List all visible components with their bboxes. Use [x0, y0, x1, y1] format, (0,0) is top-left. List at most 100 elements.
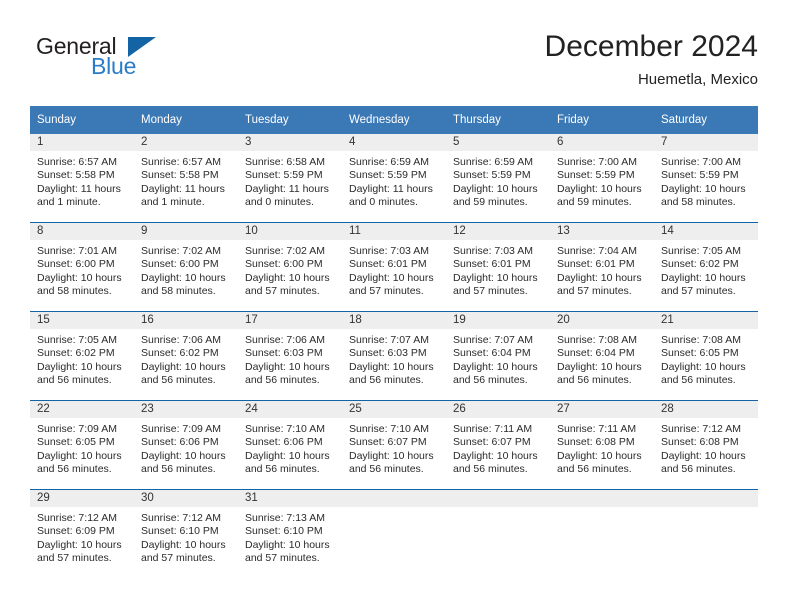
- day-number: 24: [238, 401, 342, 418]
- day-cell[interactable]: 15 Sunrise: 7:05 AM Sunset: 6:02 PM Dayl…: [30, 311, 134, 401]
- day-cell[interactable]: 10 Sunrise: 7:02 AM Sunset: 6:00 PM Dayl…: [238, 222, 342, 312]
- day-details: Sunrise: 7:02 AM Sunset: 6:00 PM Dayligh…: [238, 240, 342, 299]
- logo-text-blue: Blue: [91, 53, 137, 79]
- generalblue-logo[interactable]: General Blue: [36, 33, 226, 85]
- daylight-text-line2: and 56 minutes.: [37, 463, 112, 476]
- day-details: Sunrise: 7:06 AM Sunset: 6:02 PM Dayligh…: [134, 329, 238, 388]
- day-number: 25: [342, 401, 446, 418]
- day-number: 9: [134, 223, 238, 240]
- sunset-text: Sunset: 6:02 PM: [37, 347, 115, 360]
- day-details: Sunrise: 7:07 AM Sunset: 6:03 PM Dayligh…: [342, 329, 446, 388]
- day-cell[interactable]: 19 Sunrise: 7:07 AM Sunset: 6:04 PM Dayl…: [446, 311, 550, 401]
- day-cell[interactable]: 11 Sunrise: 7:03 AM Sunset: 6:01 PM Dayl…: [342, 222, 446, 312]
- sunrise-text: Sunrise: 7:05 AM: [37, 334, 117, 346]
- daylight-text-line2: and 1 minute.: [37, 196, 101, 209]
- day-number: 31: [238, 490, 342, 507]
- day-cell[interactable]: 27 Sunrise: 7:11 AM Sunset: 6:08 PM Dayl…: [550, 400, 654, 490]
- day-cell[interactable]: 7 Sunrise: 7:00 AM Sunset: 5:59 PM Dayli…: [654, 134, 758, 223]
- sunrise-text: Sunrise: 7:07 AM: [453, 334, 533, 346]
- daylight-text-line1: Daylight: 10 hours: [557, 360, 642, 373]
- sunrise-text: Sunrise: 7:06 AM: [245, 334, 325, 346]
- day-cell[interactable]: 6 Sunrise: 7:00 AM Sunset: 5:59 PM Dayli…: [550, 134, 654, 223]
- day-cell[interactable]: 9 Sunrise: 7:02 AM Sunset: 6:00 PM Dayli…: [134, 222, 238, 312]
- day-cell[interactable]: 2 Sunrise: 6:57 AM Sunset: 5:58 PM Dayli…: [134, 134, 238, 223]
- sunrise-text: Sunrise: 7:08 AM: [661, 334, 741, 346]
- day-cell[interactable]: 24 Sunrise: 7:10 AM Sunset: 6:06 PM Dayl…: [238, 400, 342, 490]
- page-header: General Blue December 2024 Huemetla, Mex…: [0, 0, 792, 98]
- day-details: Sunrise: 7:08 AM Sunset: 6:05 PM Dayligh…: [654, 329, 758, 388]
- daylight-text-line2: and 57 minutes.: [245, 552, 320, 565]
- sunrise-text: Sunrise: 7:02 AM: [141, 245, 221, 257]
- day-cell[interactable]: 18 Sunrise: 7:07 AM Sunset: 6:03 PM Dayl…: [342, 311, 446, 401]
- day-cell[interactable]: 26 Sunrise: 7:11 AM Sunset: 6:07 PM Dayl…: [446, 400, 550, 490]
- daylight-text-line1: Daylight: 10 hours: [141, 538, 226, 551]
- day-cell[interactable]: 20 Sunrise: 7:08 AM Sunset: 6:04 PM Dayl…: [550, 311, 654, 401]
- day-cell[interactable]: 1 Sunrise: 6:57 AM Sunset: 5:58 PM Dayli…: [30, 134, 134, 223]
- day-details: Sunrise: 6:57 AM Sunset: 5:58 PM Dayligh…: [30, 151, 134, 210]
- day-details: Sunrise: 7:06 AM Sunset: 6:03 PM Dayligh…: [238, 329, 342, 388]
- day-number: 18: [342, 312, 446, 329]
- day-cell[interactable]: 8 Sunrise: 7:01 AM Sunset: 6:00 PM Dayli…: [30, 222, 134, 312]
- sunrise-text: Sunrise: 7:00 AM: [661, 156, 741, 168]
- day-details: Sunrise: 7:10 AM Sunset: 6:07 PM Dayligh…: [342, 418, 446, 477]
- sunset-text: Sunset: 6:01 PM: [349, 258, 427, 271]
- day-number: 8: [30, 223, 134, 240]
- day-cell[interactable]: 3 Sunrise: 6:58 AM Sunset: 5:59 PM Dayli…: [238, 134, 342, 223]
- sunset-text: Sunset: 6:09 PM: [37, 525, 115, 538]
- sunset-text: Sunset: 6:05 PM: [661, 347, 739, 360]
- day-cell[interactable]: 12 Sunrise: 7:03 AM Sunset: 6:01 PM Dayl…: [446, 222, 550, 312]
- daylight-text-line1: Daylight: 10 hours: [557, 182, 642, 195]
- day-cell[interactable]: 28 Sunrise: 7:12 AM Sunset: 6:08 PM Dayl…: [654, 400, 758, 490]
- sunrise-text: Sunrise: 7:11 AM: [453, 423, 533, 435]
- day-number: 15: [30, 312, 134, 329]
- day-cell[interactable]: 14 Sunrise: 7:05 AM Sunset: 6:02 PM Dayl…: [654, 222, 758, 312]
- day-number: 23: [134, 401, 238, 418]
- day-number: [342, 490, 446, 507]
- day-cell[interactable]: 25 Sunrise: 7:10 AM Sunset: 6:07 PM Dayl…: [342, 400, 446, 490]
- day-cell[interactable]: 4 Sunrise: 6:59 AM Sunset: 5:59 PM Dayli…: [342, 134, 446, 223]
- day-cell[interactable]: 17 Sunrise: 7:06 AM Sunset: 6:03 PM Dayl…: [238, 311, 342, 401]
- day-cell[interactable]: 29 Sunrise: 7:12 AM Sunset: 6:09 PM Dayl…: [30, 489, 134, 578]
- day-number: 22: [30, 401, 134, 418]
- day-cell[interactable]: 23 Sunrise: 7:09 AM Sunset: 6:06 PM Dayl…: [134, 400, 238, 490]
- day-cell[interactable]: 31 Sunrise: 7:13 AM Sunset: 6:10 PM Dayl…: [238, 489, 342, 578]
- sunrise-text: Sunrise: 7:11 AM: [557, 423, 637, 435]
- sunset-text: Sunset: 5:59 PM: [453, 169, 531, 182]
- sunrise-text: Sunrise: 7:02 AM: [245, 245, 325, 257]
- weekday-header-tuesday: Tuesday: [238, 106, 342, 134]
- day-number: 19: [446, 312, 550, 329]
- day-details: Sunrise: 7:03 AM Sunset: 6:01 PM Dayligh…: [446, 240, 550, 299]
- day-cell[interactable]: 30 Sunrise: 7:12 AM Sunset: 6:10 PM Dayl…: [134, 489, 238, 578]
- day-cell[interactable]: 5 Sunrise: 6:59 AM Sunset: 5:59 PM Dayli…: [446, 134, 550, 223]
- daylight-text-line2: and 59 minutes.: [453, 196, 528, 209]
- title-block: December 2024 Huemetla, Mexico: [545, 28, 758, 91]
- day-cell[interactable]: 21 Sunrise: 7:08 AM Sunset: 6:05 PM Dayl…: [654, 311, 758, 401]
- day-cell[interactable]: 13 Sunrise: 7:04 AM Sunset: 6:01 PM Dayl…: [550, 222, 654, 312]
- daylight-text-line1: Daylight: 10 hours: [141, 271, 226, 284]
- day-number: [654, 490, 758, 507]
- day-details: Sunrise: 7:03 AM Sunset: 6:01 PM Dayligh…: [342, 240, 446, 299]
- day-cell[interactable]: 22 Sunrise: 7:09 AM Sunset: 6:05 PM Dayl…: [30, 400, 134, 490]
- daylight-text-line2: and 58 minutes.: [141, 285, 216, 298]
- calendar-table: Sunday Monday Tuesday Wednesday Thursday…: [30, 106, 758, 578]
- sunset-text: Sunset: 6:01 PM: [453, 258, 531, 271]
- daylight-text-line2: and 56 minutes.: [453, 374, 528, 387]
- sunrise-text: Sunrise: 7:01 AM: [37, 245, 117, 257]
- sunrise-text: Sunrise: 7:08 AM: [557, 334, 637, 346]
- daylight-text-line1: Daylight: 10 hours: [245, 449, 330, 462]
- daylight-text-line2: and 57 minutes.: [349, 285, 424, 298]
- daylight-text-line2: and 1 minute.: [141, 196, 205, 209]
- sunset-text: Sunset: 5:58 PM: [37, 169, 115, 182]
- daylight-text-line1: Daylight: 10 hours: [453, 271, 538, 284]
- sunrise-text: Sunrise: 6:57 AM: [141, 156, 221, 168]
- day-cell[interactable]: 16 Sunrise: 7:06 AM Sunset: 6:02 PM Dayl…: [134, 311, 238, 401]
- sunset-text: Sunset: 6:03 PM: [245, 347, 323, 360]
- daylight-text-line1: Daylight: 10 hours: [661, 449, 746, 462]
- day-number: 4: [342, 134, 446, 151]
- sunrise-text: Sunrise: 7:13 AM: [245, 512, 325, 524]
- daylight-text-line2: and 56 minutes.: [557, 374, 632, 387]
- daylight-text-line1: Daylight: 10 hours: [661, 182, 746, 195]
- sunrise-text: Sunrise: 7:00 AM: [557, 156, 637, 168]
- daylight-text-line2: and 57 minutes.: [37, 552, 112, 565]
- daylight-text-line1: Daylight: 10 hours: [37, 271, 122, 284]
